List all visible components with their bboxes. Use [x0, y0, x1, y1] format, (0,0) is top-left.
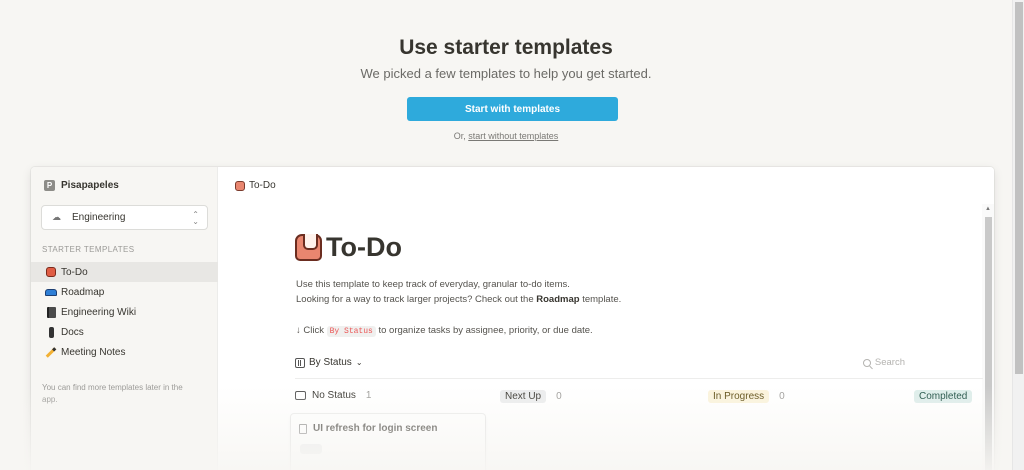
sidebar-item-label: Engineering Wiki — [61, 306, 137, 318]
sidebar-item-label: Docs — [61, 326, 84, 338]
sidebar-item-label: To-Do — [61, 266, 88, 278]
desc-suffix: template. — [579, 294, 622, 305]
sidebar-item-to-do[interactable]: To-Do — [31, 262, 218, 282]
column-label: No Status — [312, 390, 356, 401]
todo-icon — [45, 266, 57, 278]
search-input[interactable]: Search — [862, 357, 905, 368]
board-column-completed[interactable]: Completed — [914, 390, 973, 403]
board-icon — [295, 357, 305, 368]
chevron-down-icon: ⌄ — [355, 358, 363, 367]
workspace-name: Pisapapeles — [61, 180, 119, 191]
team-icon: ☁ — [52, 212, 61, 222]
team-select[interactable]: ☁ Engineering ⌃ ⌄ — [41, 205, 208, 230]
book-icon — [45, 306, 57, 318]
start-without-templates-link[interactable]: start without templates — [468, 131, 558, 141]
sidebar-note: You can find more templates later in the… — [42, 383, 183, 404]
alt-option: Or, start without templates — [0, 131, 1012, 141]
board-card[interactable]: UI refresh for login screen — [291, 414, 485, 470]
template-list: To-Do Roadmap Engineering Wiki Docs Meet… — [31, 262, 218, 362]
car-icon — [45, 286, 57, 298]
sidebar-item-meeting-notes[interactable]: Meeting Notes — [31, 342, 218, 362]
todo-icon — [295, 234, 322, 261]
workspace-avatar: P — [44, 180, 55, 191]
board-column-in-progress[interactable]: In Progress 0 — [708, 390, 785, 403]
search-icon — [862, 358, 871, 367]
view-bar: By Status ⌄ Search — [295, 357, 983, 379]
view-label: By Status — [309, 357, 352, 368]
column-count: 1 — [365, 390, 372, 401]
workspace-switcher[interactable]: P Pisapapeles — [44, 180, 119, 191]
sidebar-item-engineering-wiki[interactable]: Engineering Wiki — [31, 302, 218, 322]
hint-line: ↓ Click By Status to organize tasks by a… — [296, 325, 593, 337]
card-title: UI refresh for login screen — [299, 423, 437, 434]
page-title: Use starter templates — [399, 36, 613, 59]
doc-icon — [45, 326, 57, 338]
hint-prefix: ↓ Click — [296, 325, 327, 336]
doc-title-text: To-Do — [326, 232, 402, 262]
alt-prefix: Or, — [453, 131, 469, 141]
todo-icon — [235, 180, 245, 191]
sidebar-item-label: Roadmap — [61, 286, 105, 298]
doc-title: To-Do — [295, 232, 402, 263]
board-column-no-status[interactable]: No Status 1 — [295, 390, 371, 401]
hint-suffix: to organize tasks by assignee, priority,… — [375, 325, 593, 336]
page-icon — [299, 423, 307, 434]
column-count: 0 — [779, 391, 785, 402]
window-scrollbar[interactable] — [1012, 0, 1024, 470]
breadcrumb-label: To-Do — [249, 180, 276, 191]
pencil-icon — [45, 346, 57, 358]
view-selector[interactable]: By Status ⌄ — [295, 357, 363, 368]
column-label: Completed — [914, 390, 973, 403]
desc-prefix: Looking for a way to track larger projec… — [296, 294, 537, 305]
chevron-updown-icon: ⌃ ⌄ — [192, 210, 199, 226]
scroll-up-icon[interactable]: ▲ — [985, 206, 991, 212]
inbox-icon — [295, 391, 306, 400]
main-content: To-Do ▲ To-Do Use this template to keep … — [218, 167, 994, 470]
card-tag — [300, 444, 322, 454]
start-with-templates-button[interactable]: Start with templates — [407, 97, 618, 121]
description-line-1: Use this template to keep track of every… — [296, 279, 570, 290]
card-title-text: UI refresh for login screen — [313, 423, 438, 434]
board-column-next-up[interactable]: Next Up 0 — [500, 390, 562, 403]
breadcrumb[interactable]: To-Do — [235, 180, 276, 191]
sidebar-item-label: Meeting Notes — [61, 346, 126, 358]
roadmap-link[interactable]: Roadmap — [536, 294, 579, 305]
inline-code: By Status — [326, 326, 376, 337]
content-scrollbar-thumb[interactable] — [985, 217, 992, 470]
content-scrollbar[interactable]: ▲ — [982, 204, 994, 470]
search-placeholder: Search — [874, 357, 905, 368]
column-label: In Progress — [708, 390, 770, 403]
window-scrollbar-thumb[interactable] — [1015, 2, 1023, 374]
team-select-value: Engineering — [72, 212, 126, 223]
sidebar-item-roadmap[interactable]: Roadmap — [31, 282, 218, 302]
description-line-2: Looking for a way to track larger projec… — [296, 294, 621, 305]
page-subtitle: We picked a few templates to help you ge… — [360, 66, 652, 81]
sidebar-item-docs[interactable]: Docs — [31, 322, 218, 342]
template-preview: P Pisapapeles ☁ Engineering ⌃ ⌄ STARTER T… — [31, 167, 994, 470]
column-count: 0 — [556, 391, 562, 402]
section-label: STARTER TEMPLATES — [42, 245, 135, 254]
sidebar: P Pisapapeles ☁ Engineering ⌃ ⌄ STARTER T… — [31, 167, 218, 470]
column-label: Next Up — [500, 390, 547, 403]
